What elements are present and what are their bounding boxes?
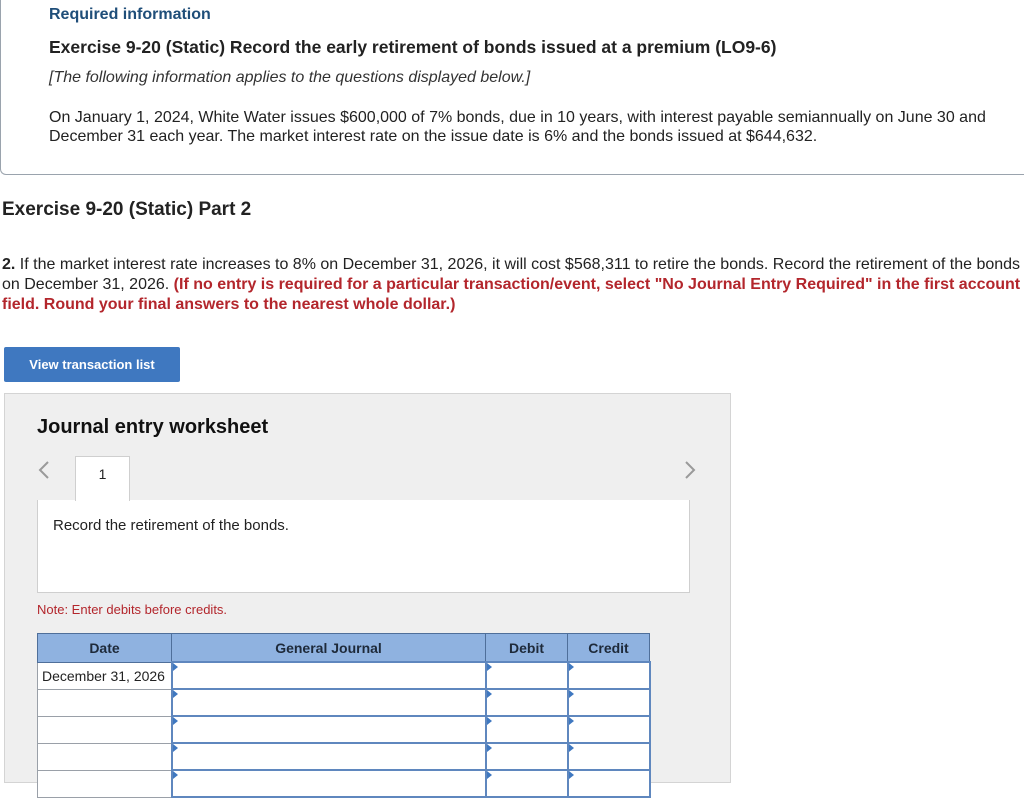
credit-field[interactable] (566, 715, 651, 744)
dropdown-marker-icon (172, 663, 178, 671)
question-number: 2. (2, 256, 16, 273)
debit-field[interactable] (484, 769, 569, 798)
date-cell: December 31, 2026 (37, 661, 172, 690)
exercise-note: [The following information applies to th… (49, 69, 531, 86)
table-row (37, 742, 651, 771)
account-field[interactable] (170, 769, 487, 798)
part-title: Exercise 9-20 (Static) Part 2 (2, 199, 252, 220)
dropdown-marker-icon (172, 717, 178, 725)
input-marker-icon (486, 771, 492, 779)
input-marker-icon (486, 717, 492, 725)
date-cell (37, 688, 172, 717)
table-row (37, 715, 651, 744)
journal-header-row: Date General Journal Debit Credit (37, 633, 650, 663)
chevron-left-icon[interactable] (37, 460, 51, 484)
debit-field[interactable] (484, 688, 569, 717)
account-field[interactable] (170, 742, 487, 771)
input-marker-icon (486, 744, 492, 752)
credit-field[interactable] (566, 661, 651, 690)
account-field[interactable] (170, 661, 487, 690)
input-marker-icon (568, 771, 574, 779)
exercise-body: On January 1, 2024, White Water issues $… (49, 109, 986, 145)
debit-field[interactable] (484, 661, 569, 690)
dropdown-marker-icon (172, 690, 178, 698)
debit-field[interactable] (484, 742, 569, 771)
dropdown-marker-icon (172, 744, 178, 752)
journal-table: Date General Journal Debit Credit Decemb… (37, 633, 651, 798)
date-cell (37, 769, 172, 798)
credit-field[interactable] (566, 688, 651, 717)
column-header-date: Date (37, 633, 172, 663)
credit-field[interactable] (566, 742, 651, 771)
input-marker-icon (568, 744, 574, 752)
required-information-panel: Required information Exercise 9-20 (Stat… (0, 0, 1024, 175)
input-marker-icon (568, 663, 574, 671)
table-row (37, 688, 651, 717)
input-marker-icon (568, 690, 574, 698)
required-information-heading: Required information (49, 6, 211, 23)
date-cell (37, 742, 172, 771)
column-header-debit: Debit (485, 633, 568, 663)
question-text: 2. If the market interest rate increases… (2, 255, 1022, 315)
debits-credits-note: Note: Enter debits before credits. (37, 602, 228, 617)
journal-entry-worksheet: Journal entry worksheet 1 Record the ret… (4, 393, 731, 798)
column-header-general-journal: General Journal (171, 633, 486, 663)
date-value: December 31, 2026 (42, 667, 165, 684)
exercise-title: Exercise 9-20 (Static) Record the early … (49, 37, 777, 57)
input-marker-icon (486, 663, 492, 671)
date-cell (37, 715, 172, 744)
input-marker-icon (486, 690, 492, 698)
chevron-right-icon[interactable] (683, 460, 697, 484)
transaction-description-box: Record the retirement of the bonds. (37, 500, 690, 593)
worksheet-title: Journal entry worksheet (37, 416, 269, 438)
column-header-credit: Credit (567, 633, 650, 663)
credit-field[interactable] (566, 769, 651, 798)
debit-field[interactable] (484, 715, 569, 744)
table-row (37, 769, 651, 798)
table-row: December 31, 2026 (37, 661, 651, 690)
view-transaction-list-button[interactable]: View transaction list (4, 347, 180, 382)
transaction-description: Record the retirement of the bonds. (53, 517, 289, 534)
dropdown-marker-icon (172, 771, 178, 779)
account-field[interactable] (170, 688, 487, 717)
account-field[interactable] (170, 715, 487, 744)
input-marker-icon (568, 717, 574, 725)
tab-entry-1[interactable]: 1 (75, 456, 130, 501)
